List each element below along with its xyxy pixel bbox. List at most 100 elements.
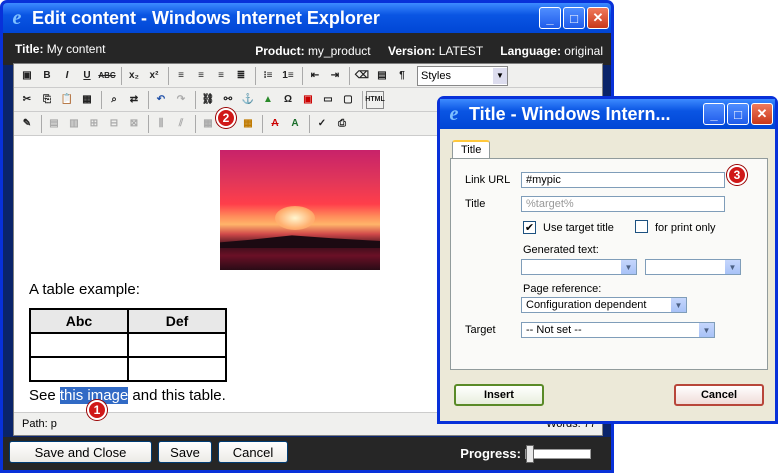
- main-window-title: Edit content - Windows Internet Explorer: [32, 7, 380, 28]
- table-header-cell[interactable]: Abc: [29, 308, 129, 334]
- table-header-cell[interactable]: Def: [127, 308, 227, 334]
- bold-button[interactable]: B: [38, 67, 56, 85]
- callout-badge: 2: [216, 108, 236, 128]
- toolbar-row-1: ▣ B I U ABC x₂ x² ≡ ≡ ≡ ≣ ⁝≡ 1≡ ⇤ ⇥ ⌫ ▤ …: [14, 64, 602, 88]
- save-and-close-button[interactable]: Save and Close: [9, 441, 152, 463]
- special-char-icon[interactable]: Ω: [279, 91, 297, 109]
- content-info-bar: Title: My content Product: my_product Ve…: [3, 33, 611, 65]
- generated-text-select-2[interactable]: ▼: [645, 259, 741, 275]
- table-cell[interactable]: [127, 332, 227, 358]
- delete-col-icon[interactable]: ⫽: [172, 115, 190, 133]
- horizontal-rule-icon[interactable]: ▭: [319, 91, 337, 109]
- cancel-dialog-button[interactable]: Cancel: [674, 384, 764, 406]
- row-props-icon[interactable]: ▤: [45, 115, 63, 133]
- numbered-list-icon[interactable]: 1≡: [279, 67, 297, 85]
- link-icon[interactable]: ⛓: [199, 91, 217, 109]
- maximize-icon[interactable]: □: [563, 7, 585, 29]
- align-center-icon[interactable]: ≡: [192, 67, 210, 85]
- language-value: original: [564, 44, 603, 58]
- page-reference-select[interactable]: Configuration dependent ▼: [521, 297, 687, 313]
- table-cell[interactable]: [29, 356, 129, 382]
- edit-icon[interactable]: ✎: [18, 115, 36, 133]
- strike-color-icon[interactable]: A: [266, 115, 284, 133]
- save-button[interactable]: Save: [158, 441, 212, 463]
- insert-col-icon[interactable]: ⫼: [152, 115, 170, 133]
- align-justify-icon[interactable]: ≣: [232, 67, 250, 85]
- media-icon[interactable]: ▣: [299, 91, 317, 109]
- ie-logo-icon: e: [449, 102, 459, 125]
- tab-title[interactable]: Title: [452, 140, 491, 158]
- target-select[interactable]: -- Not set -- ▼: [521, 322, 715, 338]
- replace-icon[interactable]: ⇄: [125, 91, 143, 109]
- strikethrough-button[interactable]: ABC: [98, 67, 116, 85]
- dialog-title-bar[interactable]: e Title - Windows Intern... _ □ ✕: [440, 99, 775, 129]
- progress-slider-knob[interactable]: [526, 444, 534, 463]
- close-icon[interactable]: ✕: [751, 103, 773, 125]
- print-icon[interactable]: ⎙: [333, 115, 351, 133]
- cut-icon[interactable]: ✂: [18, 91, 36, 109]
- link-url-field[interactable]: #mypic: [521, 172, 725, 188]
- undo-icon[interactable]: ↶: [152, 91, 170, 109]
- product-label: Product:: [255, 44, 305, 58]
- table-icon[interactable]: ▦: [239, 115, 257, 133]
- spellcheck-icon[interactable]: ✓: [313, 115, 331, 133]
- link-url-label: Link URL: [465, 174, 511, 186]
- align-right-icon[interactable]: ≡: [212, 67, 230, 85]
- sunset-image[interactable]: [220, 150, 380, 270]
- copy-icon[interactable]: ⎘: [38, 91, 56, 109]
- paste-text-icon[interactable]: ▦: [78, 91, 96, 109]
- table-caption: A table example:: [29, 281, 140, 298]
- italic-button[interactable]: I: [58, 67, 76, 85]
- html-source-button[interactable]: HTML: [365, 90, 385, 109]
- table-cell[interactable]: [29, 332, 129, 358]
- main-title-bar[interactable]: e Edit content - Windows Internet Explor…: [3, 3, 611, 33]
- insert-button[interactable]: Insert: [454, 384, 544, 406]
- callout-badge: 1: [87, 400, 107, 420]
- paste-icon[interactable]: 📋: [58, 91, 76, 109]
- title-field[interactable]: %target%: [521, 196, 725, 212]
- eraser-icon[interactable]: ⌫: [353, 67, 371, 85]
- underline-button[interactable]: U: [78, 67, 96, 85]
- find-icon[interactable]: ⌕: [105, 91, 123, 109]
- outdent-icon[interactable]: ⇤: [306, 67, 324, 85]
- close-icon[interactable]: ✕: [587, 7, 609, 29]
- maximize-icon[interactable]: □: [727, 103, 749, 125]
- example-table[interactable]: Abc Def: [29, 308, 227, 382]
- progress-control: Progress:: [460, 444, 591, 463]
- indent-icon[interactable]: ⇥: [326, 67, 344, 85]
- cancel-button[interactable]: Cancel: [218, 441, 288, 463]
- progress-slider[interactable]: [525, 444, 591, 463]
- insert-row-icon[interactable]: ⊞: [85, 115, 103, 133]
- delete-row-icon[interactable]: ⊠: [125, 115, 143, 133]
- subscript-button[interactable]: x₂: [125, 67, 143, 85]
- table-cell[interactable]: [127, 356, 227, 382]
- bullet-list-icon[interactable]: ⁝≡: [259, 67, 277, 85]
- cell-props-icon[interactable]: ▥: [65, 115, 83, 133]
- anchor-icon[interactable]: ⚓: [239, 91, 257, 109]
- target-label: Target: [465, 324, 496, 336]
- insert-row-after-icon[interactable]: ⊟: [105, 115, 123, 133]
- image-icon[interactable]: ▲: [259, 91, 277, 109]
- page-reference-label: Page reference:: [523, 283, 602, 295]
- use-target-title-checkbox[interactable]: ✔: [523, 221, 536, 234]
- paste-word-icon[interactable]: ▤: [373, 67, 391, 85]
- superscript-button[interactable]: x²: [145, 67, 163, 85]
- target-value: -- Not set --: [526, 324, 582, 336]
- save-icon[interactable]: ▣: [18, 67, 36, 85]
- split-cell-icon[interactable]: ▦: [199, 115, 217, 133]
- bottom-button-bar: Save and Close Save Cancel Progress:: [3, 437, 611, 470]
- minimize-icon[interactable]: _: [539, 7, 561, 29]
- align-left-icon[interactable]: ≡: [172, 67, 190, 85]
- generated-text-label: Generated text:: [523, 244, 599, 256]
- paragraph-icon[interactable]: ¶: [393, 67, 411, 85]
- styles-select[interactable]: Styles ▼: [417, 65, 508, 86]
- generated-text-select-1[interactable]: ▼: [521, 259, 637, 275]
- chevron-down-icon: ▼: [621, 260, 636, 274]
- paragraph-text[interactable]: See this image and this table.: [29, 387, 226, 404]
- unlink-icon[interactable]: ⚯: [219, 91, 237, 109]
- minimize-icon[interactable]: _: [703, 103, 725, 125]
- layer-icon[interactable]: ▢: [339, 91, 357, 109]
- font-color-icon[interactable]: A: [286, 115, 304, 133]
- for-print-only-checkbox[interactable]: [635, 220, 648, 233]
- redo-icon[interactable]: ↷: [172, 91, 190, 109]
